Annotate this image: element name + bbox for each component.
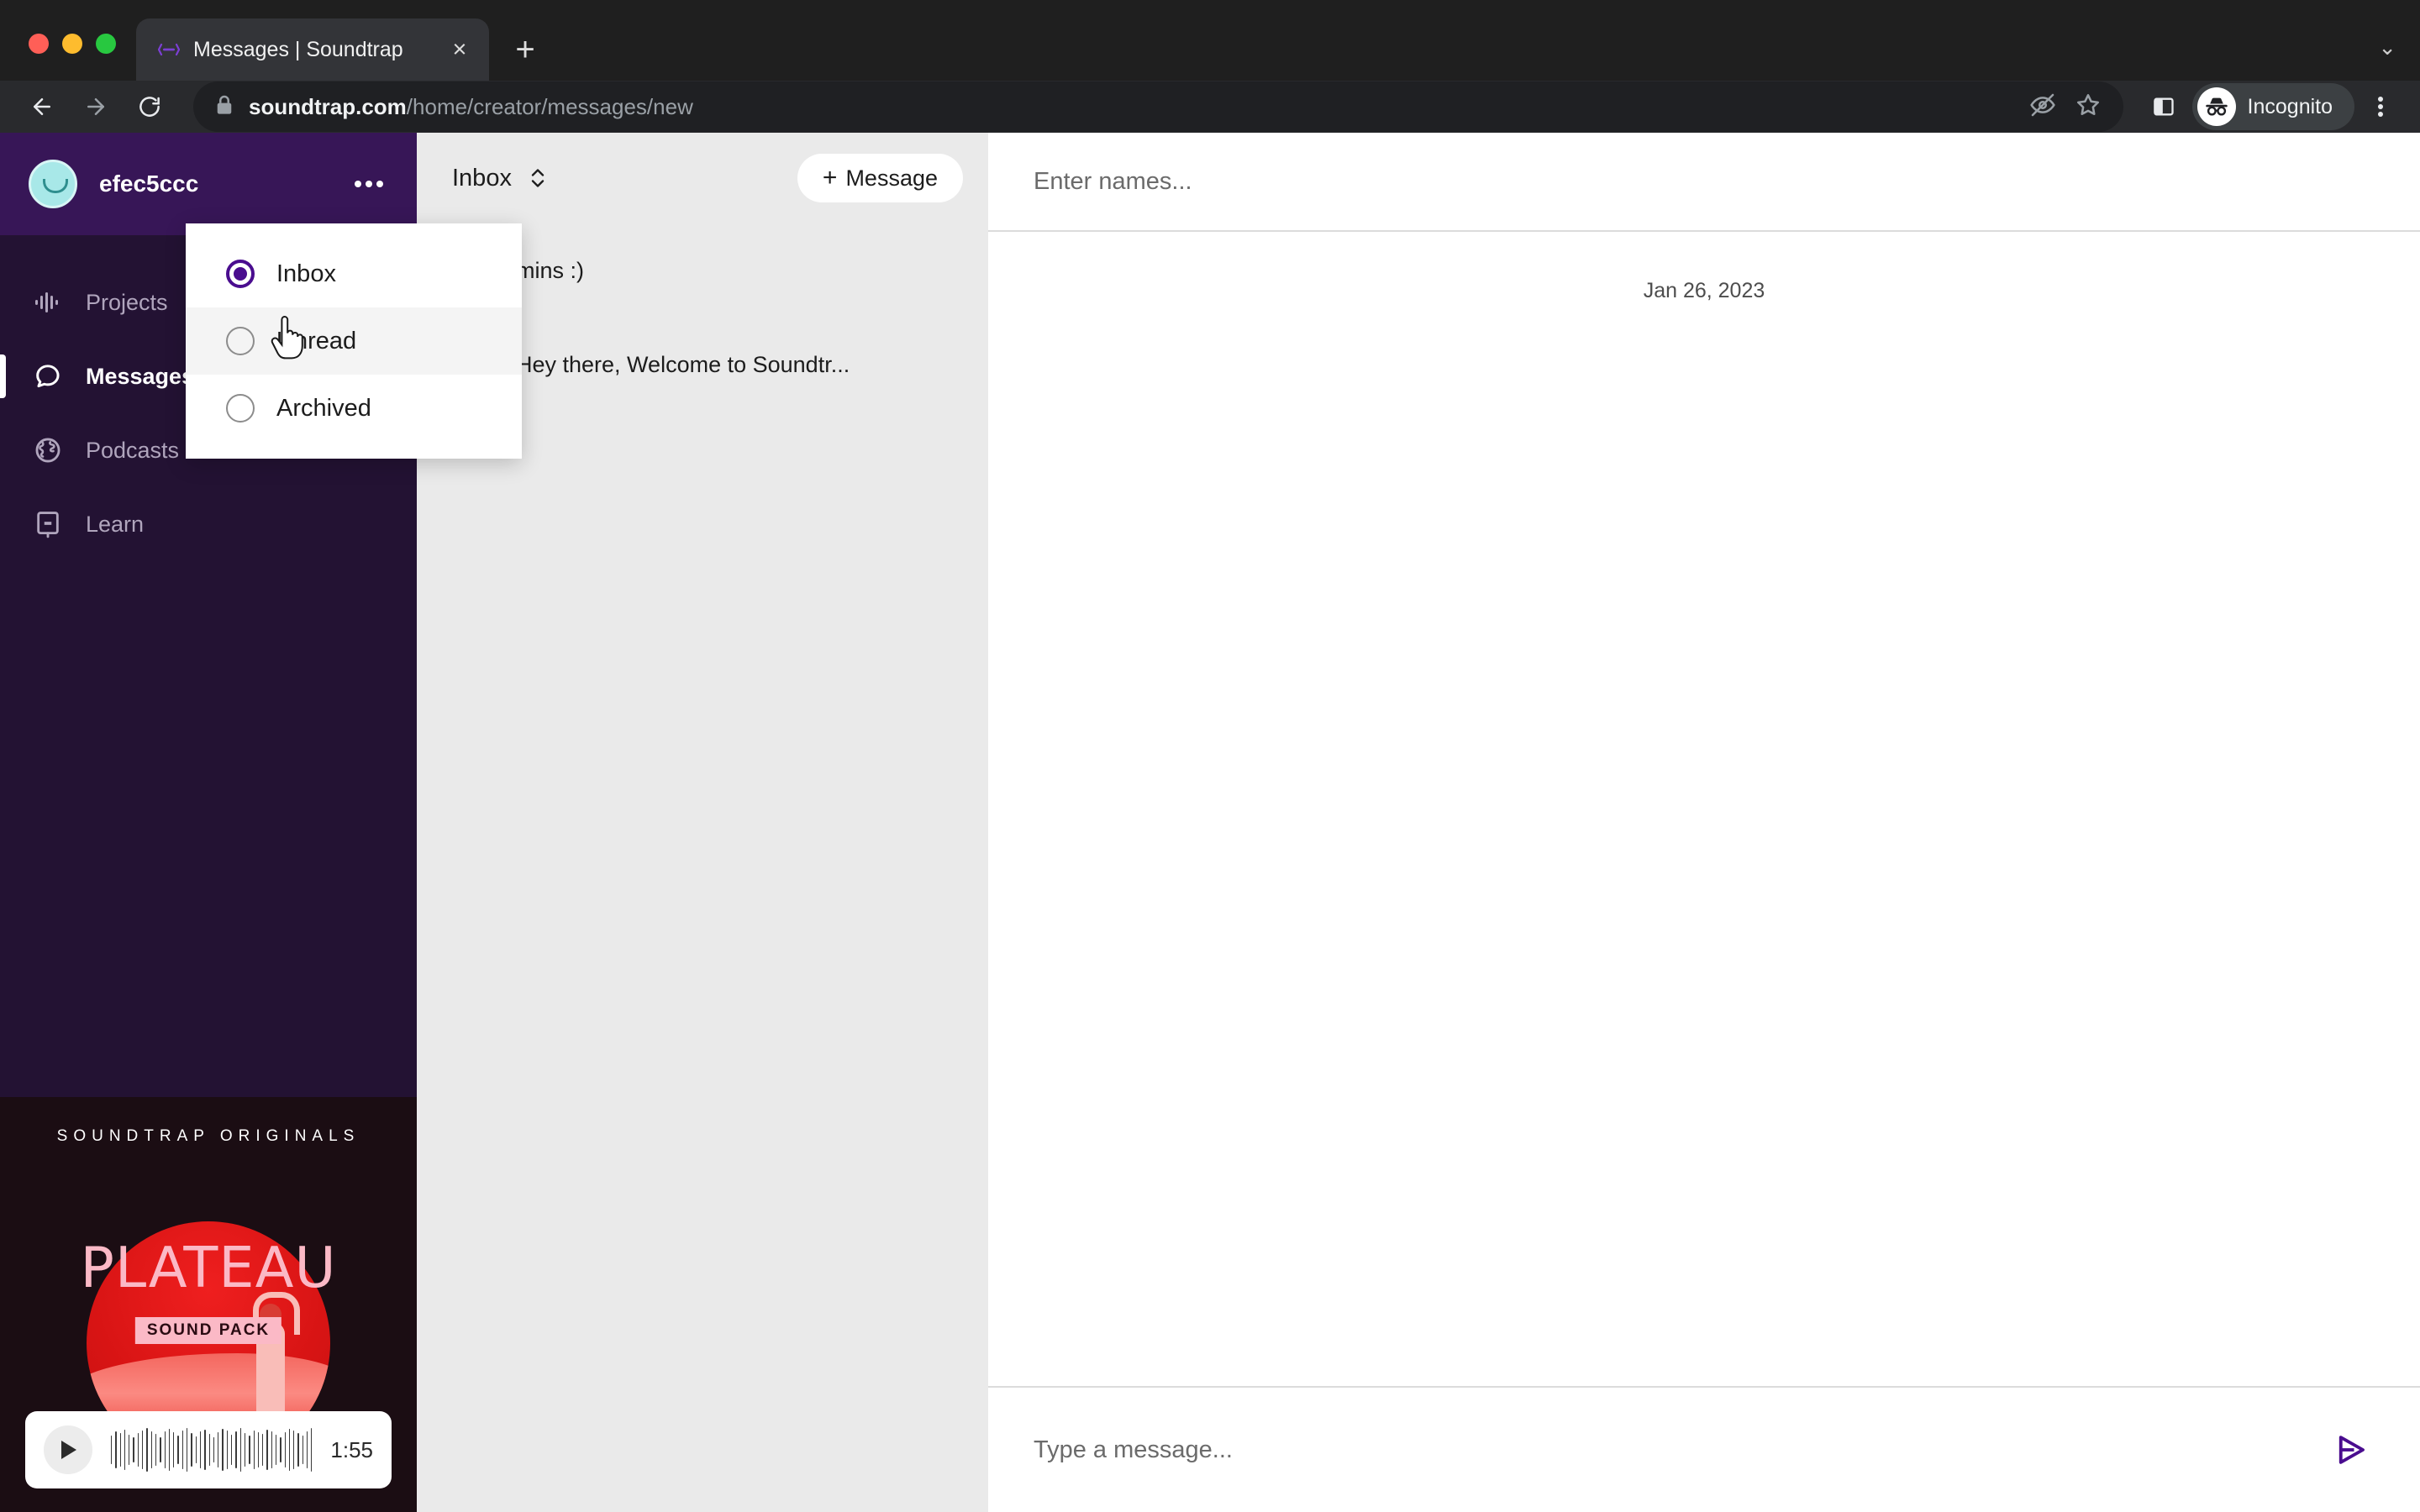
conversation-preview: mins :)	[516, 257, 584, 283]
recipients-input[interactable]: Enter names...	[1034, 168, 1192, 196]
reload-icon[interactable]	[126, 83, 173, 130]
plus-icon: +	[822, 164, 838, 192]
side-panel-icon[interactable]	[2140, 83, 2187, 130]
dropdown-option-inbox[interactable]: Inbox	[186, 240, 522, 307]
radio-selected-icon	[226, 260, 255, 288]
sidebar-item-learn[interactable]: Learn	[0, 487, 417, 561]
conversation-body: Hey there, Welcome to Soundtr...	[516, 352, 960, 378]
close-window-button[interactable]	[29, 34, 49, 54]
eye-slash-icon[interactable]	[2029, 92, 2056, 123]
tab-strip-right: ⌄	[2378, 34, 2420, 81]
message-list-header: Inbox + Message	[417, 133, 988, 223]
incognito-label: Incognito	[2247, 94, 2333, 118]
dropdown-option-label: Unread	[276, 327, 357, 354]
message-thread: Jan 26, 2023	[988, 232, 2420, 1386]
maximize-window-button[interactable]	[96, 34, 116, 54]
inbox-filter-label: Inbox	[452, 164, 512, 192]
browser-window: Messages | Soundtrap × + ⌄ soundtrap.com…	[0, 0, 2420, 1512]
address-bar[interactable]: soundtrap.com/home/creator/messages/new	[193, 81, 2123, 132]
book-icon	[32, 508, 64, 540]
back-arrow-icon[interactable]	[18, 83, 66, 130]
browser-toolbar: soundtrap.com/home/creator/messages/new	[0, 81, 2420, 133]
conversation-body: mins :)	[516, 258, 960, 284]
waveform-scrubber[interactable]	[111, 1426, 313, 1473]
sidebar-item-label: Podcasts	[86, 437, 180, 463]
promo-kicker: SOUNDTRAP ORIGINALS	[56, 1127, 360, 1145]
dropdown-option-label: Inbox	[276, 260, 336, 287]
star-icon[interactable]	[2075, 92, 2102, 123]
conversation-preview: Hey there, Welcome to Soundtr...	[516, 351, 850, 377]
promo-card[interactable]: SOUNDTRAP ORIGINALS PLATEAU SOUND PACK 1…	[0, 1097, 417, 1512]
incognito-profile-button[interactable]: Incognito	[2191, 83, 2354, 130]
tab-title: Messages | Soundtrap	[193, 37, 403, 61]
soundtrap-logo-icon	[156, 40, 182, 59]
omnibox-actions	[2029, 92, 2102, 123]
recipients-bar[interactable]: Enter names...	[988, 133, 2420, 232]
minimize-window-button[interactable]	[62, 34, 82, 54]
message-input[interactable]: Type a message...	[1034, 1436, 2302, 1464]
inbox-filter-select[interactable]: Inbox	[452, 165, 547, 192]
player-time: 1:55	[330, 1436, 373, 1462]
inbox-filter-dropdown: Inbox Unread Archived	[186, 223, 522, 459]
new-message-label: Message	[845, 165, 938, 191]
sidebar-header: efec5ccc	[0, 133, 417, 235]
radio-unselected-icon	[226, 394, 255, 423]
dropdown-option-unread[interactable]: Unread	[186, 307, 522, 375]
soundtrap-app: efec5ccc Projects Messages Podcasts Lear…	[0, 133, 2420, 1512]
send-icon[interactable]	[2328, 1426, 2375, 1473]
message-composer: Type a message...	[988, 1386, 2420, 1512]
chevron-updown-icon	[529, 165, 547, 191]
url-text: soundtrap.com/home/creator/messages/new	[249, 94, 693, 120]
lock-icon	[215, 94, 234, 120]
sidebar-item-label: Messages	[86, 363, 195, 389]
avatar[interactable]	[29, 160, 77, 208]
promo-title: PLATEAU	[80, 1235, 337, 1300]
dropdown-option-label: Archived	[276, 394, 371, 422]
url-path: /home/creator/messages/new	[406, 93, 693, 119]
sidebar-item-label: Projects	[86, 289, 168, 315]
date-separator: Jan 26, 2023	[1643, 279, 1765, 302]
globe-icon	[32, 434, 64, 466]
sidebar-item-label: Learn	[86, 511, 145, 537]
dropdown-option-archived[interactable]: Archived	[186, 375, 522, 442]
forward-arrow-icon[interactable]	[72, 83, 119, 130]
incognito-icon	[2196, 87, 2236, 126]
kebab-menu-icon[interactable]	[2360, 83, 2402, 130]
tab-strip: Messages | Soundtrap × + ⌄	[0, 0, 2420, 81]
url-domain: soundtrap.com	[249, 93, 407, 119]
audio-player: 1:55	[25, 1411, 392, 1488]
new-tab-button[interactable]: +	[501, 25, 550, 74]
play-icon[interactable]	[44, 1425, 92, 1474]
conversation-panel: Enter names... Jan 26, 2023 Type a messa…	[988, 133, 2420, 1512]
chevron-down-icon[interactable]: ⌄	[2378, 34, 2396, 60]
window-traffic-lights	[0, 34, 136, 81]
browser-tab[interactable]: Messages | Soundtrap ×	[136, 18, 489, 81]
chat-bubble-icon	[32, 360, 64, 392]
message-list-panel: Inbox + Message mins :) Hey there, Welco…	[186, 133, 988, 1512]
promo-badge: SOUND PACK	[134, 1317, 282, 1344]
waveform-icon	[32, 286, 64, 318]
new-message-button[interactable]: + Message	[797, 154, 963, 202]
sidebar-username: efec5ccc	[99, 171, 199, 197]
toolbar-right-actions: Incognito	[2140, 83, 2402, 130]
close-tab-button[interactable]: ×	[445, 35, 474, 64]
radio-unselected-icon	[226, 327, 255, 355]
sidebar-kebab-menu-icon[interactable]	[346, 172, 392, 196]
